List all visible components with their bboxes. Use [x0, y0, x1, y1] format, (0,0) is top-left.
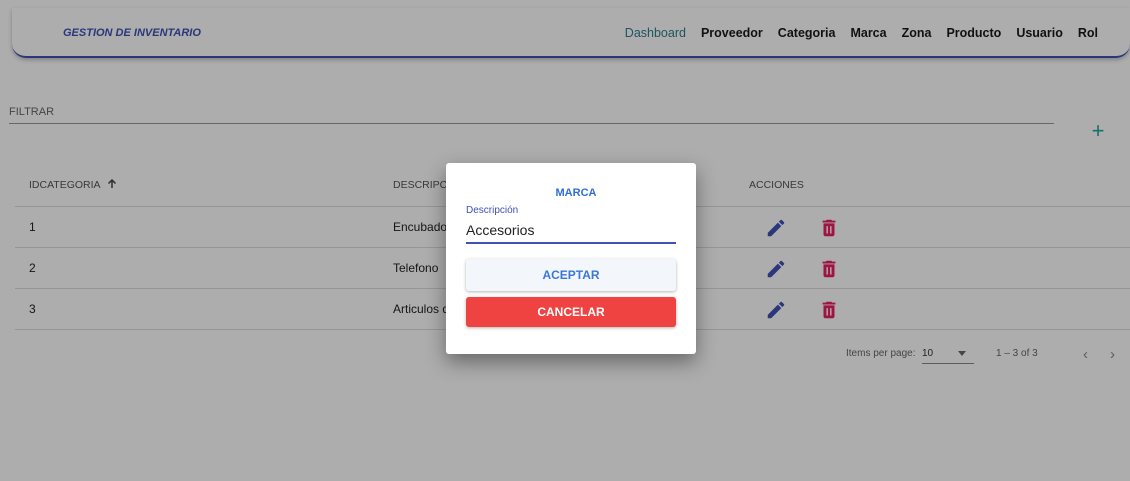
cancel-button[interactable]: CANCELAR	[466, 297, 676, 327]
app: GESTION DE INVENTARIO Dashboard Proveedo…	[0, 0, 1130, 481]
descripcion-field[interactable]	[466, 218, 676, 244]
marca-dialog: MARCA Descripción ACEPTAR CANCELAR	[446, 163, 696, 354]
dialog-title: MARCA	[555, 187, 597, 199]
descripcion-field-label: Descripción	[466, 205, 519, 216]
accept-button[interactable]: ACEPTAR	[466, 259, 676, 291]
